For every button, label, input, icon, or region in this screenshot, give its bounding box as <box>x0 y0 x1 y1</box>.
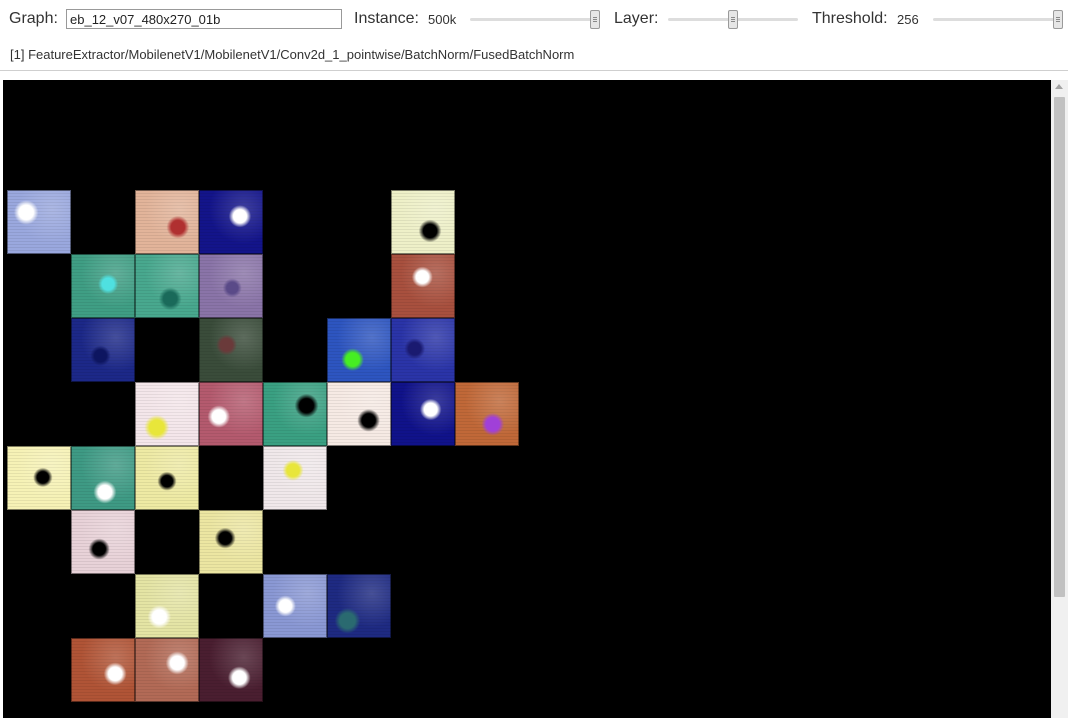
feature-map-tile[interactable] <box>199 254 263 318</box>
instance-slider-track <box>470 18 600 21</box>
layer-slider-thumb[interactable] <box>728 10 738 29</box>
feature-map-tile[interactable] <box>327 574 391 638</box>
instance-slider[interactable] <box>470 9 600 31</box>
feature-map-tile[interactable] <box>71 446 135 510</box>
feature-map-tile[interactable] <box>199 190 263 254</box>
threshold-slider[interactable] <box>933 9 1063 31</box>
feature-map-tile[interactable] <box>135 190 199 254</box>
layer-slider[interactable] <box>668 9 798 31</box>
feature-map-tile[interactable] <box>135 574 199 638</box>
toolbar: Graph: Instance: 500k Layer: Threshold: … <box>0 0 1068 40</box>
feature-map-tile[interactable] <box>7 446 71 510</box>
feature-map-tile[interactable] <box>199 638 263 702</box>
threshold-slider-thumb[interactable] <box>1053 10 1063 29</box>
feature-map-tile[interactable] <box>71 254 135 318</box>
threshold-label: Threshold: <box>812 10 888 27</box>
feature-map-tile[interactable] <box>455 382 519 446</box>
graph-input[interactable] <box>66 9 342 29</box>
threshold-value: 256 <box>897 12 919 27</box>
graph-label: Graph: <box>9 10 58 27</box>
feature-map-tile[interactable] <box>135 382 199 446</box>
feature-map-tile[interactable] <box>391 190 455 254</box>
scroll-up-arrow-icon[interactable] <box>1055 84 1063 89</box>
feature-map-tile[interactable] <box>71 318 135 382</box>
feature-map-tile[interactable] <box>199 318 263 382</box>
feature-map-tile[interactable] <box>327 318 391 382</box>
feature-map-tile[interactable] <box>327 382 391 446</box>
scrollbar-thumb[interactable] <box>1054 97 1065 597</box>
feature-map-tile[interactable] <box>199 510 263 574</box>
feature-map-tile[interactable] <box>263 574 327 638</box>
layer-label: Layer: <box>614 10 659 27</box>
node-path: [1] FeatureExtractor/MobilenetV1/Mobilen… <box>10 47 575 62</box>
feature-map-tile[interactable] <box>263 382 327 446</box>
instance-value: 500k <box>428 12 457 27</box>
feature-map-tile[interactable] <box>391 318 455 382</box>
feature-map-tile[interactable] <box>71 510 135 574</box>
threshold-slider-track <box>933 18 1063 21</box>
activation-viewer[interactable] <box>3 80 1051 718</box>
divider <box>0 70 1068 71</box>
feature-map-tile[interactable] <box>71 638 135 702</box>
instance-label: Instance: <box>354 10 419 27</box>
feature-map-tile[interactable] <box>391 254 455 318</box>
vertical-scrollbar[interactable] <box>1051 80 1068 718</box>
feature-map-tile[interactable] <box>391 382 455 446</box>
feature-map-tile[interactable] <box>7 190 71 254</box>
feature-map-tile[interactable] <box>263 446 327 510</box>
feature-map-tile[interactable] <box>135 446 199 510</box>
feature-map-tile[interactable] <box>135 254 199 318</box>
feature-map-tile[interactable] <box>199 382 263 446</box>
feature-map-tile[interactable] <box>135 638 199 702</box>
instance-slider-thumb[interactable] <box>590 10 600 29</box>
